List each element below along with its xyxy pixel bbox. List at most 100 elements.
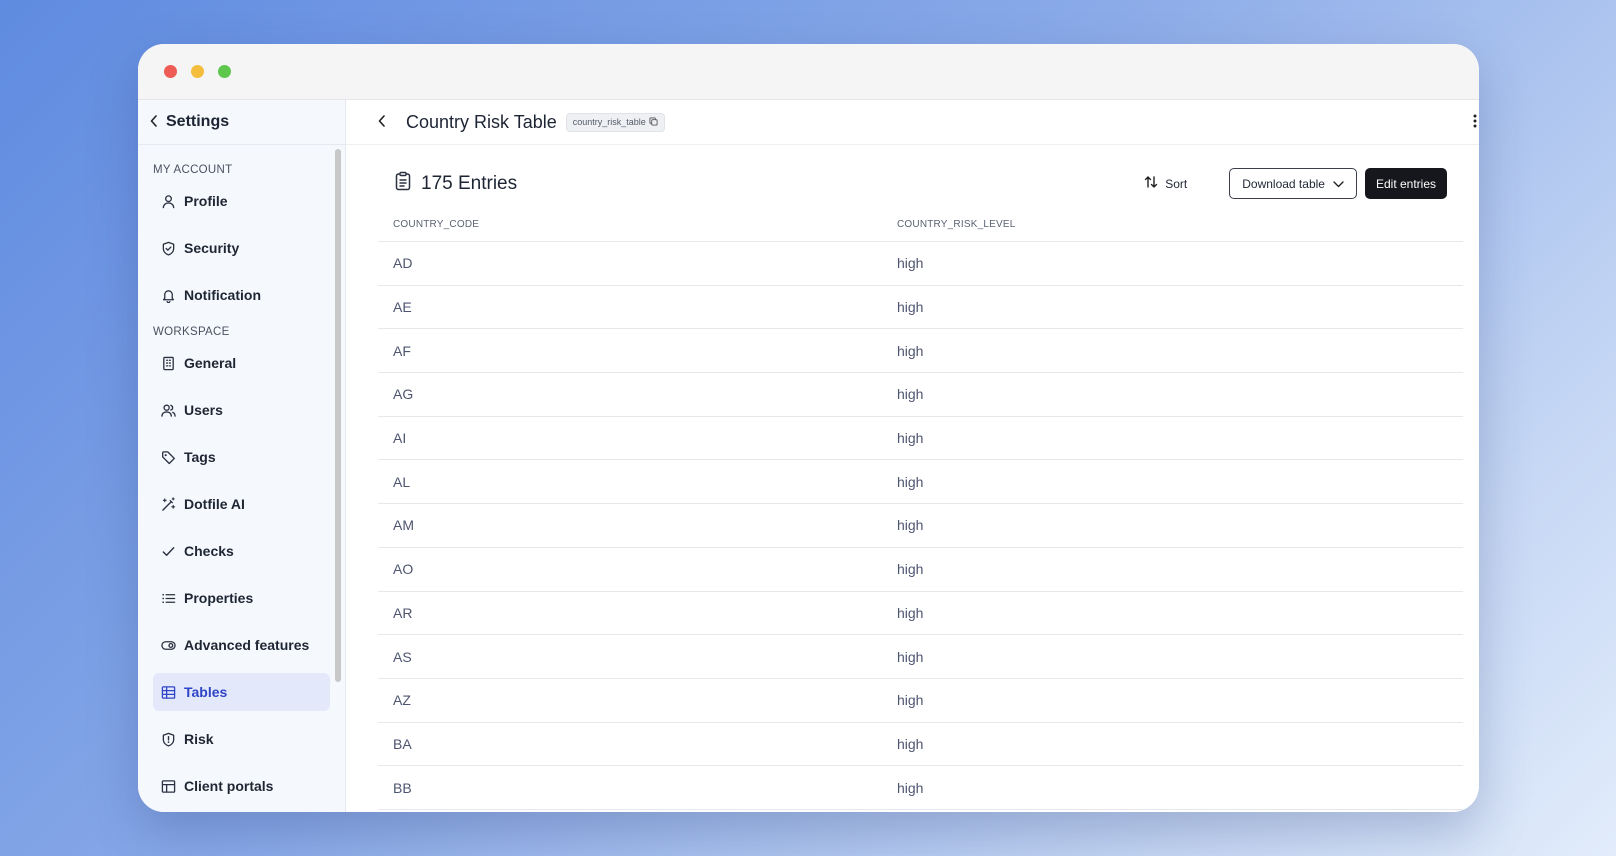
table-content: 175 Entries Sort Download table Edit ent… <box>346 145 1479 810</box>
country-code-cell: AM <box>393 517 414 534</box>
sidebar-item-profile[interactable]: Profile <box>153 182 330 220</box>
table-row[interactable]: AR high <box>378 592 1463 636</box>
country-code-cell: AZ <box>393 692 411 709</box>
sidebar-item-tables[interactable]: Tables <box>153 673 330 711</box>
table-row[interactable]: AS high <box>378 635 1463 679</box>
country-code-cell: AG <box>393 386 414 403</box>
main-panel: Country Risk Table country_risk_table 17… <box>346 100 1479 812</box>
magic-wand-icon <box>161 496 176 512</box>
country-risk-level-cell: high <box>897 342 924 359</box>
shield-alert-icon <box>161 732 176 747</box>
settings-sidebar: Settings MY ACCOUNT Profile Security Notifi… <box>138 100 346 812</box>
country-code-cell: AS <box>393 648 412 665</box>
page-header: Country Risk Table country_risk_table <box>346 100 1479 145</box>
country-code-cell: AO <box>393 561 414 578</box>
sidebar-item-general[interactable]: General <box>153 344 330 382</box>
table-slug-badge[interactable]: country_risk_table <box>565 112 665 132</box>
title-bar <box>138 44 1479 100</box>
sidebar-item-label: Risk <box>184 731 214 747</box>
sidebar-item-label: Tables <box>184 684 228 700</box>
clipboard-list-icon <box>393 171 413 197</box>
list-icon <box>161 591 176 606</box>
table-row[interactable]: AZ high <box>378 679 1463 723</box>
sidebar-item-label: Dotfile AI <box>184 496 245 512</box>
country-risk-level-cell: high <box>897 604 924 621</box>
country-risk-level-cell: high <box>897 779 924 796</box>
sidebar-item-label: Properties <box>184 590 254 606</box>
country-code-cell: AD <box>393 255 413 272</box>
sidebar-item-tags[interactable]: Tags <box>153 438 330 476</box>
layout-icon <box>161 779 176 794</box>
more-options-icon[interactable] <box>1473 113 1477 134</box>
table-icon <box>161 685 176 700</box>
download-table-button[interactable]: Download table <box>1229 168 1357 199</box>
chevron-down-icon <box>1333 177 1344 191</box>
country-risk-level-cell: high <box>897 386 924 403</box>
column-header-country-code[interactable]: COUNTRY_CODE <box>378 219 897 230</box>
close-window-button[interactable] <box>164 65 177 78</box>
minimize-window-button[interactable] <box>191 65 204 78</box>
country-risk-level-cell: high <box>897 561 924 578</box>
sidebar-item-advanced-features[interactable]: Advanced features <box>153 626 330 664</box>
country-risk-level-cell: high <box>897 473 924 490</box>
sidebar-item-label: Security <box>184 240 240 256</box>
sidebar-item-security[interactable]: Security <box>153 229 330 267</box>
country-risk-level-cell: high <box>897 648 924 665</box>
sidebar-item-label: Advanced features <box>184 637 310 653</box>
table-row[interactable]: AG high <box>378 373 1463 417</box>
table-row[interactable]: AL high <box>378 460 1463 505</box>
sort-button[interactable]: Sort <box>1144 175 1187 192</box>
tag-icon <box>161 450 176 465</box>
table-row[interactable]: BA high <box>378 723 1463 767</box>
table-slug: country_risk_table <box>572 117 646 127</box>
sidebar-item-label: Tags <box>184 449 216 465</box>
back-button[interactable] <box>378 114 402 131</box>
page-title: Country Risk Table <box>406 111 557 132</box>
country-code-cell: AI <box>393 430 407 447</box>
sidebar-item-label: Users <box>184 402 223 418</box>
sidebar-item-label: Profile <box>184 193 228 209</box>
maximize-window-button[interactable] <box>218 65 231 78</box>
column-header-country-risk-level[interactable]: COUNTRY_RISK_LEVEL <box>897 219 1463 230</box>
sidebar-item-users[interactable]: Users <box>153 391 330 429</box>
table-toolbar: 175 Entries Sort Download table Edit ent… <box>393 167 1447 200</box>
sidebar-item-label: Client portals <box>184 778 274 794</box>
sidebar-item-label: Checks <box>184 543 234 559</box>
sidebar-item-notification[interactable]: Notification <box>153 276 330 314</box>
sidebar-nav: MY ACCOUNT Profile Security Notification WOR… <box>138 145 345 812</box>
table-row[interactable]: AE high <box>378 286 1463 330</box>
shield-check-icon <box>161 241 176 256</box>
bell-icon <box>161 288 176 303</box>
sidebar-item-risk[interactable]: Risk <box>153 720 330 758</box>
table-row[interactable]: AI high <box>378 417 1463 461</box>
country-code-cell: BA <box>393 735 412 752</box>
settings-back-link[interactable]: Settings <box>138 100 345 145</box>
table-row[interactable]: AO high <box>378 548 1463 592</box>
scrollbar-thumb[interactable] <box>335 149 341 682</box>
edit-entries-button[interactable]: Edit entries <box>1364 168 1447 199</box>
table-row[interactable]: AF high <box>378 329 1463 374</box>
sidebar-item-properties[interactable]: Properties <box>153 579 330 617</box>
entries-count: 175 Entries <box>421 172 518 194</box>
sidebar-item-client-portals[interactable]: Client portals <box>153 767 330 805</box>
section-label-workspace: WORKSPACE <box>153 326 230 338</box>
sort-label: Sort <box>1165 176 1188 191</box>
country-risk-level-cell: high <box>897 255 924 272</box>
country-risk-level-cell: high <box>897 299 924 316</box>
sidebar-item-dotfile-ai[interactable]: Dotfile AI <box>153 485 330 523</box>
country-code-cell: BB <box>393 779 412 796</box>
copy-icon[interactable] <box>649 116 658 128</box>
sidebar-item-checks[interactable]: Checks <box>153 532 330 570</box>
sidebar-scrollbar[interactable] <box>331 145 345 812</box>
country-code-cell: AL <box>393 473 411 490</box>
country-code-cell: AF <box>393 342 411 359</box>
country-risk-table: COUNTRY_CODE COUNTRY_RISK_LEVEL AD high AE… <box>378 207 1463 810</box>
table-row[interactable]: AD high <box>378 242 1463 286</box>
app-window: Settings MY ACCOUNT Profile Security Notifi… <box>138 44 1479 812</box>
settings-title: Settings <box>166 113 230 130</box>
country-code-cell: AE <box>393 299 412 316</box>
sidebar-item-label: General <box>184 355 237 371</box>
table-row[interactable]: AM high <box>378 504 1463 548</box>
table-row[interactable]: BB high <box>378 766 1463 810</box>
check-icon <box>161 544 176 559</box>
